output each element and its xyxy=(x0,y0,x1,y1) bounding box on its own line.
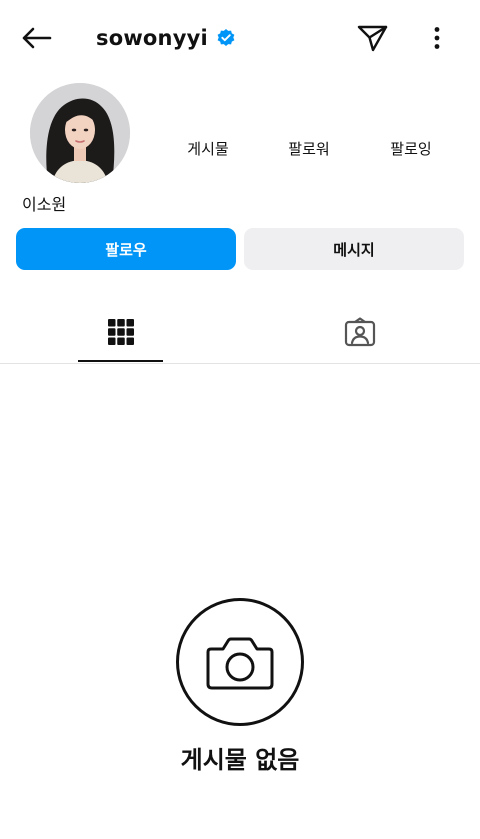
camera-circle xyxy=(176,598,304,726)
camera-icon xyxy=(206,637,274,690)
tab-grid[interactable] xyxy=(78,300,163,364)
send-icon xyxy=(357,25,388,52)
more-options-button[interactable] xyxy=(420,20,454,56)
display-name: 이소원 xyxy=(22,195,67,214)
stat-posts[interactable]: 게시물 xyxy=(163,138,253,159)
follow-button[interactable]: 팔로우 xyxy=(16,228,236,270)
more-vertical-icon xyxy=(434,27,440,49)
active-tab-indicator xyxy=(78,360,163,362)
empty-state-text: 게시물 없음 xyxy=(180,746,300,774)
profile-tabs xyxy=(0,300,480,364)
avatar[interactable] xyxy=(30,83,130,183)
top-bar: sowonyyi xyxy=(0,0,480,76)
message-button[interactable]: 메시지 xyxy=(244,228,464,270)
back-arrow-icon xyxy=(22,27,52,49)
send-button[interactable] xyxy=(354,20,392,56)
stat-followers[interactable]: 팔로워 xyxy=(264,138,354,159)
profile-username: sowonyyi xyxy=(96,22,236,54)
back-button[interactable] xyxy=(16,22,56,54)
stat-following[interactable]: 팔로잉 xyxy=(366,138,456,159)
username-text: sowonyyi xyxy=(96,26,208,50)
tab-tagged[interactable] xyxy=(317,300,402,364)
grid-icon xyxy=(107,319,134,345)
verified-badge-icon xyxy=(216,28,236,48)
tagged-person-icon xyxy=(344,317,375,347)
